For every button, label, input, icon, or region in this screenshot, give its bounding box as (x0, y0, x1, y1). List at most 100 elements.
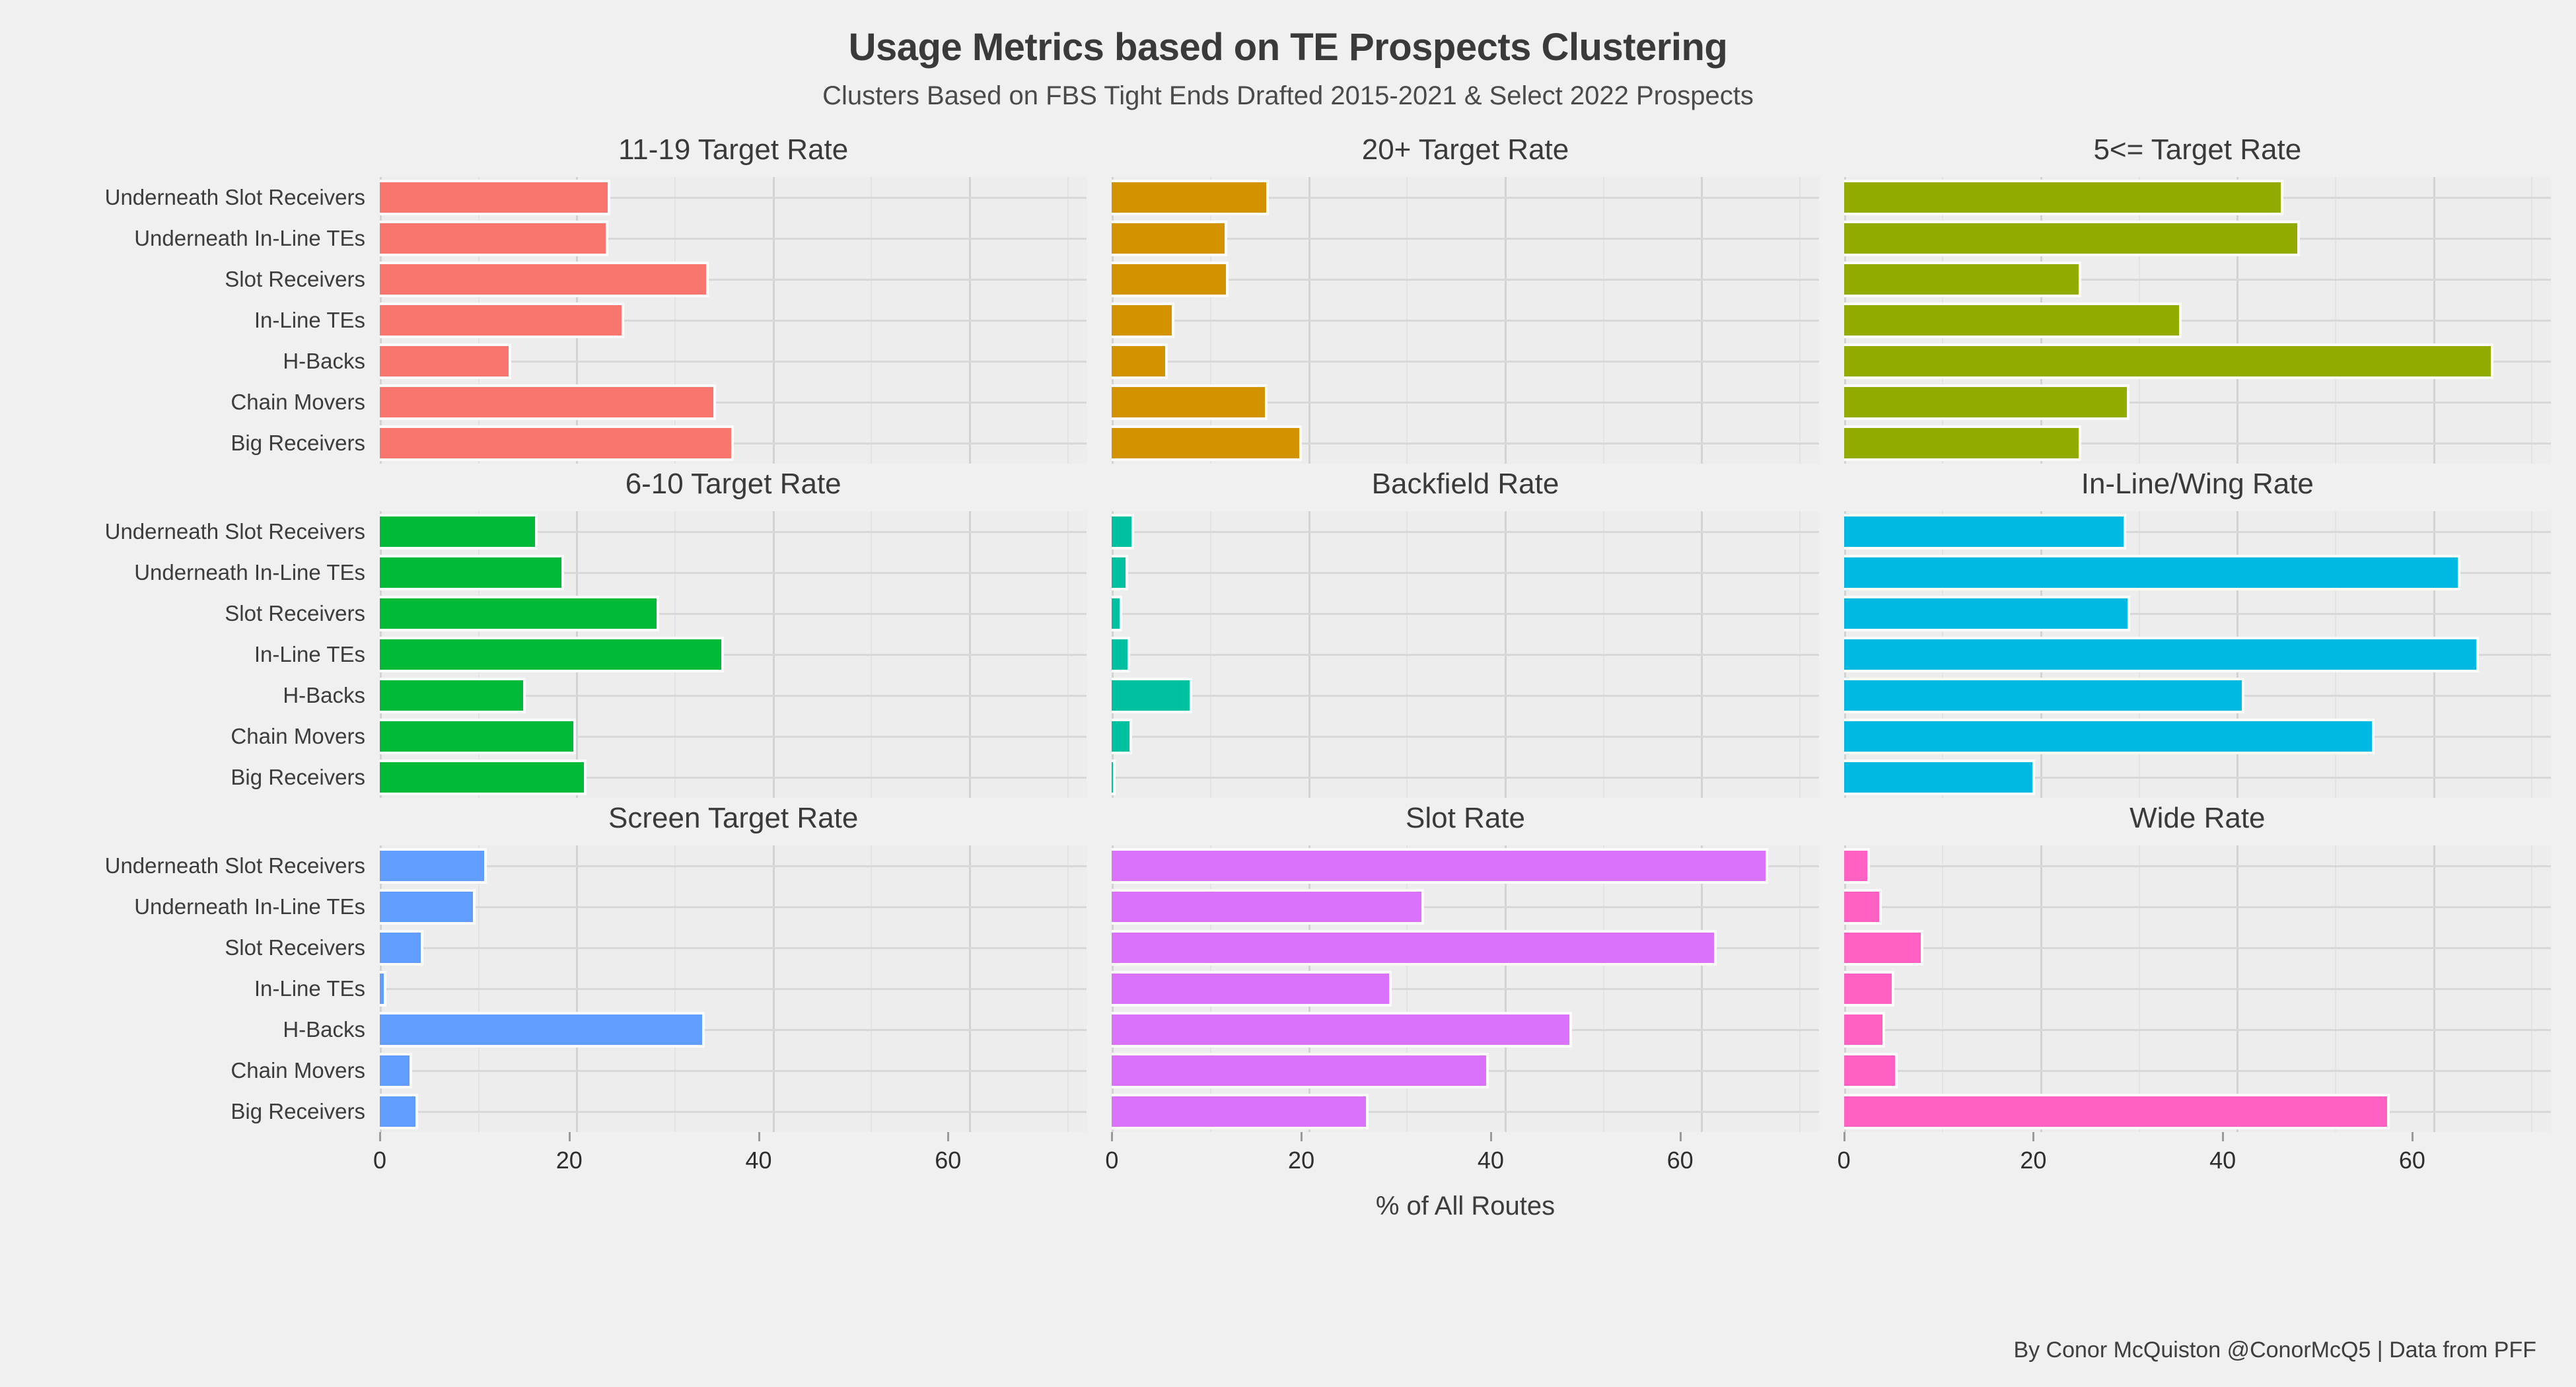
x-axis-tick-label: 40 (1477, 1147, 1504, 1174)
bar[interactable] (1112, 180, 1269, 215)
bar[interactable] (380, 343, 511, 379)
y-axis-tick-label: Slot Receivers (225, 935, 365, 960)
bar-row (1843, 927, 2551, 968)
bar-series (1112, 511, 1818, 798)
bar[interactable] (1112, 848, 1769, 884)
bar-series (380, 177, 1087, 464)
bar[interactable] (380, 848, 487, 884)
bar[interactable] (1843, 889, 1882, 925)
plot-area (380, 845, 1087, 1132)
x-axis-tick (1301, 1132, 1303, 1141)
x-axis-tick (2222, 1132, 2225, 1141)
bar[interactable] (380, 971, 386, 1007)
bar[interactable] (1843, 384, 2129, 420)
bar[interactable] (1843, 1094, 2390, 1129)
plot-area (380, 177, 1087, 464)
bar[interactable] (1843, 180, 2284, 215)
y-axis-labels: Underneath Slot Receivers Underneath In-L… (0, 798, 380, 1132)
facet-panel: 11-19 Target Rate (380, 129, 1112, 464)
bar[interactable] (1112, 221, 1228, 256)
bar[interactable] (1112, 262, 1229, 297)
bar[interactable] (380, 1094, 418, 1129)
bar[interactable] (380, 596, 660, 631)
bar[interactable] (380, 302, 624, 338)
bar[interactable] (1112, 889, 1424, 925)
bar-row (380, 423, 1087, 464)
bar[interactable] (1843, 760, 2036, 795)
bar[interactable] (380, 384, 717, 420)
bar[interactable] (1112, 637, 1131, 672)
y-axis-tick-label: Slot Receivers (225, 267, 365, 291)
bar[interactable] (1843, 596, 2131, 631)
bar[interactable] (1112, 678, 1192, 713)
x-axis-tick (758, 1132, 760, 1141)
bar[interactable] (380, 514, 538, 550)
y-axis-tick-label: Underneath In-Line TEs (134, 226, 365, 250)
bar-row (1112, 259, 1818, 300)
bar[interactable] (380, 719, 576, 754)
bar[interactable] (1112, 719, 1133, 754)
plot-area (1843, 177, 2551, 464)
bar-row (380, 886, 1087, 927)
x-axis-tick (568, 1132, 571, 1141)
y-axis-labels: Underneath Slot Receivers Underneath In-L… (0, 464, 380, 798)
bar[interactable] (1843, 719, 2375, 754)
facet-title: 5<= Target Rate (2093, 133, 2302, 166)
bar[interactable] (1843, 221, 2301, 256)
bar[interactable] (380, 262, 709, 297)
bar-row (380, 845, 1087, 886)
bar[interactable] (1112, 760, 1116, 795)
bar[interactable] (380, 221, 608, 256)
bar[interactable] (1843, 848, 1871, 884)
y-axis-tick-label: Chain Movers (231, 1058, 365, 1083)
bar[interactable] (1112, 1094, 1369, 1129)
bar[interactable] (380, 425, 734, 461)
bar-row (1843, 300, 2551, 341)
bar[interactable] (380, 180, 610, 215)
bar[interactable] (1843, 343, 2494, 379)
bar[interactable] (1112, 971, 1392, 1007)
bar[interactable] (1843, 678, 2244, 713)
x-axis-tick (2032, 1132, 2035, 1141)
bar[interactable] (380, 1012, 705, 1048)
bar[interactable] (380, 889, 476, 925)
bar[interactable] (1843, 302, 2182, 338)
bar-row (380, 634, 1087, 675)
bar-row (1843, 552, 2551, 593)
bar[interactable] (1112, 302, 1174, 338)
bar-row (1112, 716, 1818, 757)
bar-row (1112, 423, 1818, 464)
bar[interactable] (1112, 1053, 1489, 1088)
bar[interactable] (380, 1053, 412, 1088)
bar[interactable] (1112, 1012, 1573, 1048)
bar[interactable] (1843, 971, 1895, 1007)
bar[interactable] (380, 760, 587, 795)
bar[interactable] (1843, 930, 1923, 966)
bar[interactable] (1112, 596, 1123, 631)
x-axis-label: % of All Routes (1375, 1191, 1556, 1221)
bar[interactable] (1843, 514, 2127, 550)
bar[interactable] (1843, 555, 2460, 590)
bar[interactable] (1112, 343, 1168, 379)
bar[interactable] (1843, 1053, 1898, 1088)
bar-row (380, 341, 1087, 382)
bar[interactable] (1112, 514, 1135, 550)
x-axis-tick-label: 60 (2398, 1147, 2425, 1174)
credit-footer: By Conor McQuiston @ConorMcQ5 | Data fro… (2013, 1337, 2536, 1363)
bar[interactable] (380, 555, 564, 590)
bar[interactable] (1112, 930, 1717, 966)
bar[interactable] (1843, 425, 2081, 461)
bar[interactable] (380, 637, 725, 672)
x-axis-tick-label: 20 (2020, 1147, 2047, 1174)
bar[interactable] (1112, 555, 1129, 590)
bar[interactable] (1843, 1012, 1885, 1048)
bar[interactable] (380, 678, 526, 713)
bar[interactable] (380, 930, 424, 966)
plot-area (380, 511, 1087, 798)
bar[interactable] (1843, 637, 2480, 672)
bar[interactable] (1112, 384, 1268, 420)
bar-row (380, 259, 1087, 300)
bar[interactable] (1112, 425, 1303, 461)
facet-title: 11-19 Target Rate (618, 133, 849, 166)
bar[interactable] (1843, 262, 2081, 297)
